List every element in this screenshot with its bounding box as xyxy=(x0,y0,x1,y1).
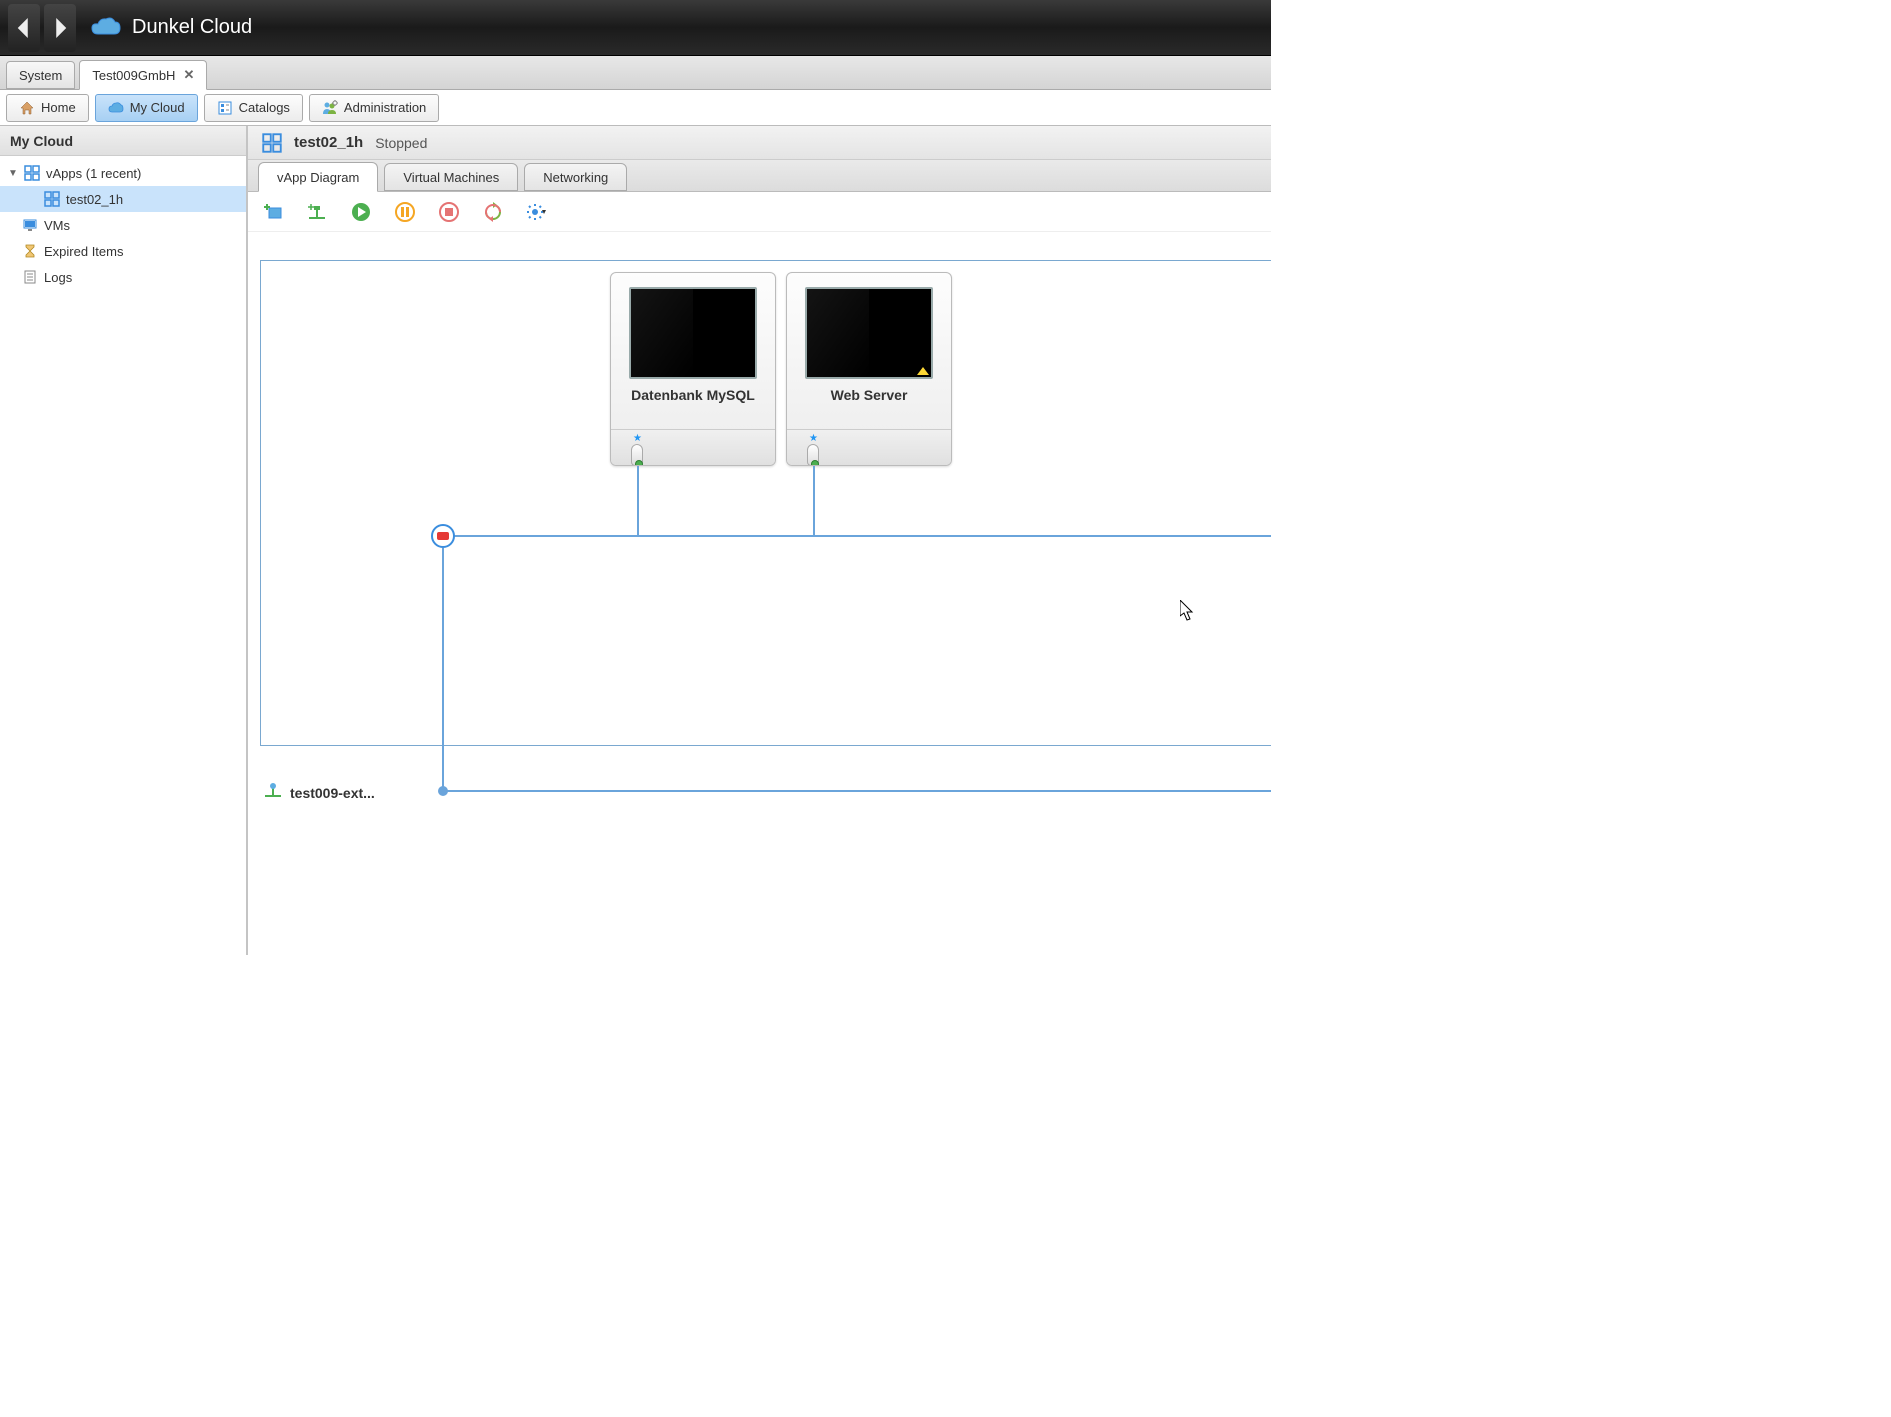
sidebar-tree: ▼ vApps (1 recent) test02_1h VMs xyxy=(0,156,246,294)
network-line xyxy=(813,466,815,536)
org-tab-test009[interactable]: Test009GmbH ✕ xyxy=(79,60,207,90)
star-icon: ★ xyxy=(633,433,642,444)
catalog-icon xyxy=(217,100,233,116)
org-tab-label: Test009GmbH xyxy=(92,68,175,83)
vm-screen-icon xyxy=(805,287,933,379)
hourglass-icon xyxy=(22,243,38,259)
nav-forward-button[interactable] xyxy=(44,4,76,52)
star-icon: ★ xyxy=(809,433,818,444)
settings-button[interactable] xyxy=(526,201,548,223)
vapp-status: Stopped xyxy=(375,135,427,151)
network-name: test009-ext... xyxy=(290,785,375,801)
vm-card-webserver[interactable]: Web Server ★ xyxy=(786,272,952,466)
add-vm-button[interactable] xyxy=(262,201,284,223)
chevron-down-icon[interactable]: ▼ xyxy=(8,168,18,179)
vm-name: Web Server xyxy=(787,387,951,403)
stop-button[interactable] xyxy=(438,201,460,223)
sidebar-item-logs[interactable]: Logs xyxy=(0,264,246,290)
sidebar-item-vms[interactable]: VMs xyxy=(0,212,246,238)
network-line xyxy=(443,535,1271,537)
refresh-button[interactable] xyxy=(482,201,504,223)
header-bar: Dunkel Cloud xyxy=(0,0,1271,56)
nav-label: Catalogs xyxy=(239,100,290,115)
vapp-icon xyxy=(262,133,282,153)
vm-screen-icon xyxy=(629,287,757,379)
sidebar-item-vapp-test02[interactable]: test02_1h xyxy=(0,186,246,212)
app-title: Dunkel Cloud xyxy=(132,16,252,39)
vm-footer: ★ xyxy=(787,429,951,465)
nav-catalogs-button[interactable]: Catalogs xyxy=(204,94,303,122)
play-button[interactable] xyxy=(350,201,372,223)
org-tab-system[interactable]: System xyxy=(6,61,75,89)
network-icon xyxy=(264,782,282,803)
logs-icon xyxy=(22,269,38,285)
tree-label: Expired Items xyxy=(44,244,123,259)
vm-card-datenbank[interactable]: Datenbank MySQL ★ xyxy=(610,272,776,466)
tab-label: Networking xyxy=(543,170,608,185)
content-tabs: vApp Diagram Virtual Machines Networking xyxy=(248,160,1271,192)
vm-nic-port[interactable] xyxy=(807,444,819,466)
tab-vapp-diagram[interactable]: vApp Diagram xyxy=(258,162,378,192)
add-network-button[interactable] xyxy=(306,201,328,223)
sidebar: My Cloud ▼ vApps (1 recent) test02_1h VM… xyxy=(0,126,248,955)
diagram-toolbar xyxy=(248,192,1271,232)
vm-icon xyxy=(22,217,38,233)
org-tab-label: System xyxy=(19,68,62,83)
cursor-icon xyxy=(1180,600,1196,622)
nav-label: Administration xyxy=(344,100,426,115)
vapp-title: test02_1h xyxy=(294,134,363,151)
cloud-icon xyxy=(108,100,124,116)
content-header: test02_1h Stopped xyxy=(248,126,1271,160)
vapps-icon xyxy=(24,165,40,181)
vm-nic-port[interactable] xyxy=(631,444,643,466)
sidebar-item-expired[interactable]: Expired Items xyxy=(0,238,246,264)
vapp-icon xyxy=(44,191,60,207)
vapp-diagram[interactable]: Datenbank MySQL ★ Web Server ★ xyxy=(248,232,1271,955)
nav-label: My Cloud xyxy=(130,100,185,115)
nav-label: Home xyxy=(41,100,76,115)
network-junction-icon xyxy=(438,786,448,796)
main-nav: Home My Cloud Catalogs Administration xyxy=(0,90,1271,126)
network-line xyxy=(442,548,444,792)
tree-label: VMs xyxy=(44,218,70,233)
content-area: test02_1h Stopped vApp Diagram Virtual M… xyxy=(248,126,1271,955)
tree-label: vApps (1 recent) xyxy=(46,166,141,181)
external-network-label[interactable]: test009-ext... xyxy=(264,782,375,803)
tab-virtual-machines[interactable]: Virtual Machines xyxy=(384,163,518,191)
vm-name: Datenbank MySQL xyxy=(611,387,775,403)
tree-label: Logs xyxy=(44,270,72,285)
tree-label: test02_1h xyxy=(66,192,123,207)
tab-networking[interactable]: Networking xyxy=(524,163,627,191)
network-line xyxy=(637,466,639,536)
org-tabs-bar: System Test009GmbH ✕ xyxy=(0,56,1271,90)
tab-label: Virtual Machines xyxy=(403,170,499,185)
nav-mycloud-button[interactable]: My Cloud xyxy=(95,94,198,122)
pause-button[interactable] xyxy=(394,201,416,223)
cloud-logo-icon xyxy=(90,16,122,40)
network-line xyxy=(443,790,1271,792)
close-icon[interactable]: ✕ xyxy=(183,67,194,83)
sidebar-title: My Cloud xyxy=(0,126,246,156)
nav-administration-button[interactable]: Administration xyxy=(309,94,439,122)
home-icon xyxy=(19,100,35,116)
tab-label: vApp Diagram xyxy=(277,170,359,185)
nav-back-button[interactable] xyxy=(8,4,40,52)
administration-icon xyxy=(322,100,338,116)
vm-footer: ★ xyxy=(611,429,775,465)
network-edge-gateway-icon[interactable] xyxy=(431,524,455,548)
sidebar-item-vapps[interactable]: ▼ vApps (1 recent) xyxy=(0,160,246,186)
nav-home-button[interactable]: Home xyxy=(6,94,89,122)
